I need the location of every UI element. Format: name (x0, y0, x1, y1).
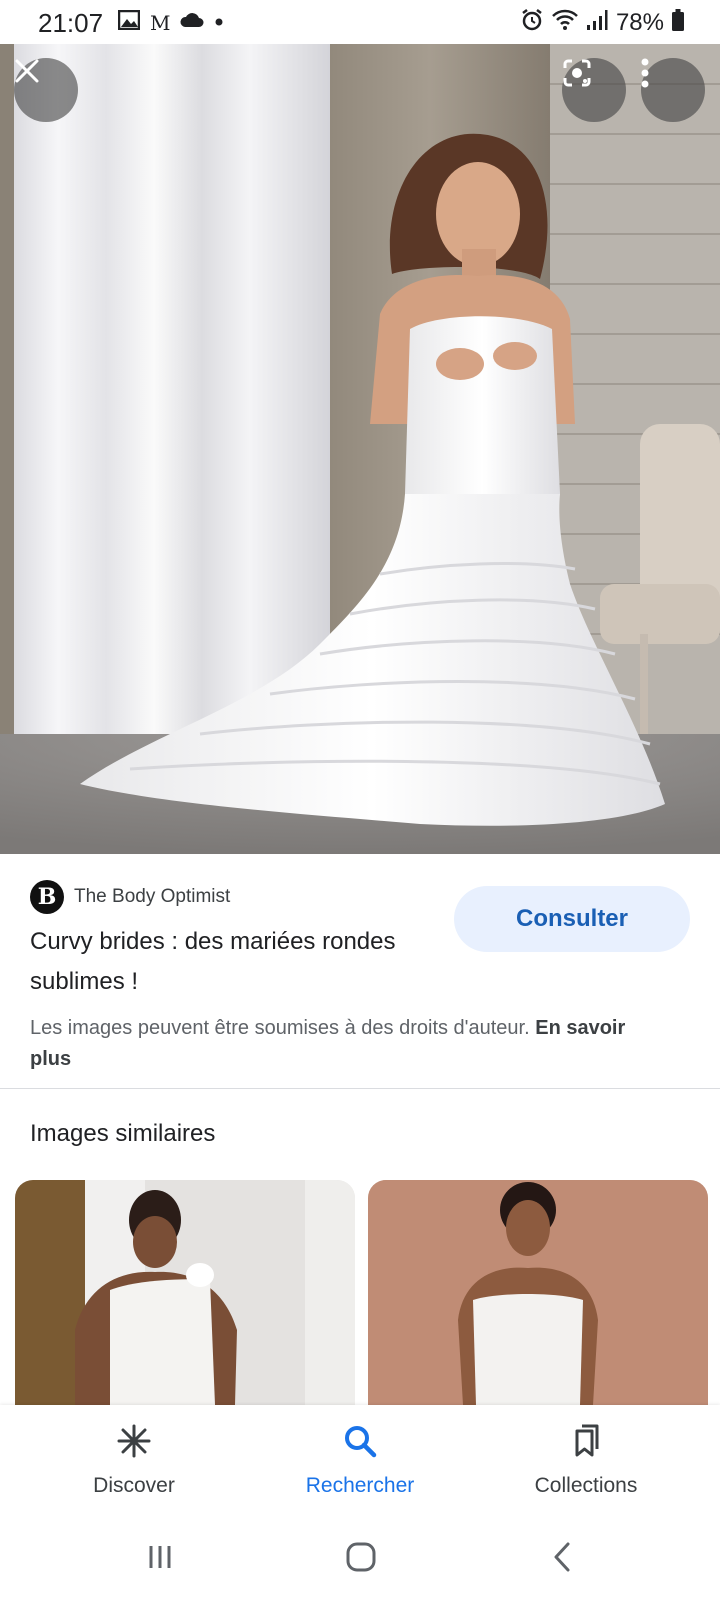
system-nav-bar (0, 1515, 720, 1600)
copyright-text: Les images peuvent être soumises à des d… (30, 1017, 530, 1039)
source-name: The Body Optimist (74, 886, 231, 907)
similar-image-1[interactable] (15, 1180, 355, 1405)
asterisk-icon (116, 1423, 152, 1464)
similar-photo-2 (368, 1180, 708, 1405)
nav-collections[interactable]: Collections (486, 1423, 686, 1498)
hero-image[interactable] (0, 44, 720, 854)
recent-apps-button[interactable] (138, 1537, 182, 1581)
status-bar: 21:07 M 78% (0, 0, 720, 44)
nav-search-label: Rechercher (305, 1474, 415, 1497)
battery-icon (672, 9, 684, 36)
source-row[interactable]: B The Body Optimist (30, 880, 230, 914)
close-button[interactable] (14, 58, 78, 122)
visit-button[interactable]: Consulter (454, 886, 690, 952)
similar-images-heading: Images similaires (30, 1120, 216, 1147)
back-button[interactable] (540, 1537, 584, 1581)
gallery-icon (117, 9, 141, 35)
gmail-icon: M (150, 10, 171, 35)
more-options-button[interactable] (641, 58, 705, 122)
bottom-nav: Discover Rechercher Collections (0, 1405, 720, 1515)
nav-discover[interactable]: Discover (34, 1423, 234, 1498)
status-time: 21:07 (38, 8, 104, 38)
source-logo: B (30, 880, 64, 914)
similar-photo-1 (15, 1180, 355, 1405)
result-title[interactable]: Curvy brides : des mariées rondes sublim… (30, 922, 410, 1002)
nav-collections-label: Collections (534, 1474, 638, 1497)
nav-search[interactable]: Rechercher (260, 1423, 460, 1498)
bookmarks-icon (568, 1423, 604, 1464)
lens-button[interactable] (562, 58, 626, 122)
wifi-icon (552, 9, 578, 36)
similar-image-2[interactable] (368, 1180, 708, 1405)
back-icon (550, 1541, 574, 1578)
recent-apps-icon (145, 1542, 175, 1577)
copyright-notice: Les images peuvent être soumises à des d… (30, 1013, 670, 1075)
home-button[interactable] (339, 1537, 383, 1581)
dot-icon (214, 14, 224, 32)
divider (0, 1088, 720, 1089)
home-icon (345, 1541, 377, 1578)
alarm-icon (520, 8, 544, 37)
signal-icon (586, 9, 608, 36)
notification-icons: M (117, 9, 224, 35)
search-icon (342, 1423, 378, 1464)
cloud-icon (180, 12, 204, 33)
system-status-icons: 78% (520, 8, 684, 37)
bridal-photo (0, 44, 720, 854)
battery-percent: 78% (615, 8, 664, 36)
nav-discover-label: Discover (93, 1474, 175, 1497)
